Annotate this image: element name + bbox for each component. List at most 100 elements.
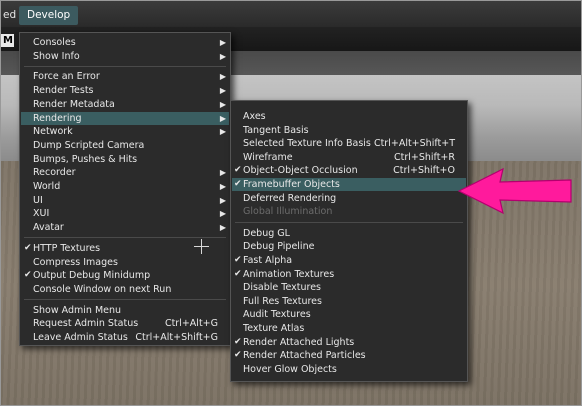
- submenu-arrow-icon: ▶: [219, 223, 226, 233]
- menu-item-leave-admin-status[interactable]: Leave Admin Status Ctrl+Alt+Shift+G: [21, 331, 229, 344]
- submenu-arrow-icon: ▶: [219, 38, 226, 47]
- menu-separator: [235, 221, 463, 223]
- menu-item-label: Render Tests: [33, 85, 94, 97]
- shortcut-label: Ctrl+Shift+R: [393, 151, 455, 163]
- menu-item-consoles[interactable]: Consoles ▶: [21, 36, 229, 49]
- menu-item-label: Console Window on next Run: [33, 283, 172, 295]
- menu-item-compress-images[interactable]: Compress Images: [21, 256, 229, 269]
- menu-separator: [24, 65, 226, 67]
- menu-item-label: Audit Textures: [243, 309, 311, 321]
- menu-item-animation-textures[interactable]: ✔ Animation Textures: [232, 268, 466, 281]
- menu-item-label: Hover Glow Objects: [243, 363, 337, 375]
- menu-item-label: Debug Pipeline: [243, 241, 315, 253]
- menu-item-label: Show Info: [33, 50, 80, 62]
- submenu-arrow-icon: ▶: [219, 127, 226, 137]
- menu-item-tangent-basis[interactable]: Tangent Basis: [232, 124, 466, 137]
- menu-item-dump-scripted-camera[interactable]: Dump Scripted Camera: [21, 139, 229, 152]
- menu-item-framebuffer-objects[interactable]: ✔ Framebuffer Objects: [232, 178, 466, 191]
- develop-menu: Consoles ▶ Show Info ▶ Force an Error ▶ Render…: [19, 32, 231, 346]
- submenu-arrow-icon: ▶: [219, 182, 226, 191]
- menu-item-show-admin-menu[interactable]: Show Admin Menu: [21, 304, 229, 317]
- menu-item-label: XUI: [33, 208, 50, 220]
- menu-item-deferred-rendering[interactable]: Deferred Rendering: [232, 192, 466, 205]
- menu-item-label: Disable Textures: [243, 282, 321, 294]
- checkmark-icon: ✔: [234, 165, 242, 176]
- submenu-arrow-icon: ▶: [219, 168, 226, 178]
- menu-item-label: Show Admin Menu: [33, 304, 122, 316]
- shortcut-label: Ctrl+Alt+G: [164, 318, 218, 330]
- menu-bar: ed Develop: [1, 1, 581, 28]
- crosshair-cursor-icon: [194, 239, 209, 254]
- menu-item-disable-textures[interactable]: Disable Textures: [232, 281, 466, 294]
- menu-item-axes[interactable]: Axes: [232, 110, 466, 123]
- menu-item-debug-pipeline[interactable]: Debug Pipeline: [232, 240, 466, 253]
- menu-item-full-res-textures[interactable]: Full Res Textures: [232, 295, 466, 308]
- menu-item-label: Tangent Basis: [243, 124, 309, 136]
- menu-item-label: Global Illumination: [243, 206, 333, 218]
- checkmark-icon: ✔: [234, 255, 242, 265]
- checkmark-icon: ✔: [234, 350, 242, 361]
- viewer-window: ed Develop M Consoles ▶ Show Info ▶ Force an…: [0, 0, 582, 406]
- menu-item-label: Force an Error: [33, 71, 100, 83]
- menu-item-recorder[interactable]: Recorder ▶: [21, 166, 229, 179]
- menu-item-label: Axes: [243, 111, 266, 122]
- menu-item-render-attached-lights[interactable]: ✔ Render Attached Lights: [232, 336, 466, 349]
- submenu-arrow-icon: ▶: [219, 72, 226, 82]
- menu-item-label: HTTP Textures: [33, 242, 101, 254]
- menu-item-console-window-on-next-run[interactable]: Console Window on next Run: [21, 283, 229, 296]
- shortcut-label: Ctrl+Alt+Shift+G: [135, 332, 218, 343]
- menu-item-ui[interactable]: UI ▶: [21, 194, 229, 207]
- menu-item-bumps-pushes-hits[interactable]: Bumps, Pushes & Hits: [21, 153, 229, 166]
- menu-item-label: Request Admin Status: [33, 318, 139, 330]
- menu-item-label: Full Res Textures: [243, 295, 322, 307]
- menu-item-label: Render Attached Particles: [243, 350, 366, 362]
- menu-item-label: Network: [33, 126, 73, 138]
- menu-item-force-an-error[interactable]: Force an Error ▶: [21, 70, 229, 83]
- menu-item-label: Render Metadata: [33, 98, 115, 110]
- menu-item-label: Animation Textures: [243, 268, 335, 280]
- menu-item-debug-gl[interactable]: Debug GL: [232, 227, 466, 240]
- menu-item-global-illumination: Global Illumination: [232, 205, 466, 218]
- submenu-arrow-icon: ▶: [219, 51, 226, 61]
- menu-item-label: Consoles: [33, 37, 76, 48]
- menu-item-request-admin-status[interactable]: Request Admin Status Ctrl+Alt+G: [21, 317, 229, 330]
- menu-item-texture-atlas[interactable]: Texture Atlas: [232, 322, 466, 335]
- menu-item-audit-textures[interactable]: Audit Textures: [232, 308, 466, 321]
- menu-item-selected-texture-info-basis[interactable]: Selected Texture Info Basis Ctrl+Alt+Shif…: [232, 137, 466, 150]
- menu-item-label: Selected Texture Info Basis: [243, 138, 371, 150]
- menu-item-wireframe[interactable]: Wireframe Ctrl+Shift+R: [232, 151, 466, 164]
- menu-item-render-tests[interactable]: Render Tests ▶: [21, 84, 229, 97]
- menu-item-object-object-occlusion[interactable]: ✔ Object-Object Occlusion Ctrl+Shift+O: [232, 164, 466, 177]
- menu-item-label: Debug GL: [243, 227, 290, 239]
- menu-item-show-info[interactable]: Show Info ▶: [21, 50, 229, 63]
- menu-item-label: Object-Object Occlusion: [243, 165, 358, 177]
- checkmark-icon: ✔: [24, 242, 32, 253]
- menu-item-label: Rendering: [33, 112, 82, 124]
- menu-item-render-attached-particles[interactable]: ✔ Render Attached Particles: [232, 349, 466, 362]
- checkmark-icon: ✔: [234, 336, 242, 347]
- menu-item-label: Deferred Rendering: [243, 192, 337, 204]
- submenu-arrow-icon: ▶: [219, 99, 226, 109]
- menu-item-label: Recorder: [33, 167, 76, 179]
- menu-item-network[interactable]: Network ▶: [21, 125, 229, 138]
- menu-item-avatar[interactable]: Avatar ▶: [21, 221, 229, 234]
- checkmark-icon: ✔: [234, 268, 242, 279]
- menu-item-label: Output Debug Minidump: [33, 270, 151, 282]
- menu-item-label: Avatar: [33, 222, 64, 234]
- menu-item-rendering[interactable]: Rendering ▶: [21, 111, 229, 125]
- menu-item-fast-alpha[interactable]: ✔ Fast Alpha: [232, 254, 466, 267]
- menu-item-label: Bumps, Pushes & Hits: [33, 153, 138, 165]
- menu-develop[interactable]: Develop: [19, 6, 79, 25]
- menu-item-label: Compress Images: [33, 256, 118, 268]
- menu-item-hover-glow-objects[interactable]: Hover Glow Objects: [232, 363, 466, 376]
- submenu-arrow-icon: ▶: [219, 86, 226, 96]
- menu-item-render-metadata[interactable]: Render Metadata ▶: [21, 98, 229, 111]
- menu-item-label: Wireframe: [243, 151, 293, 163]
- menu-item-world[interactable]: World ▶: [21, 180, 229, 193]
- menu-item-label: Render Attached Lights: [243, 336, 355, 348]
- menu-item-output-debug-minidump[interactable]: ✔ Output Debug Minidump: [21, 269, 229, 282]
- menu-item-xui[interactable]: XUI ▶: [21, 207, 229, 220]
- menu-item-label: Texture Atlas: [243, 323, 305, 334]
- mode-badge[interactable]: M: [1, 34, 14, 47]
- submenu-arrow-icon: ▶: [219, 209, 226, 219]
